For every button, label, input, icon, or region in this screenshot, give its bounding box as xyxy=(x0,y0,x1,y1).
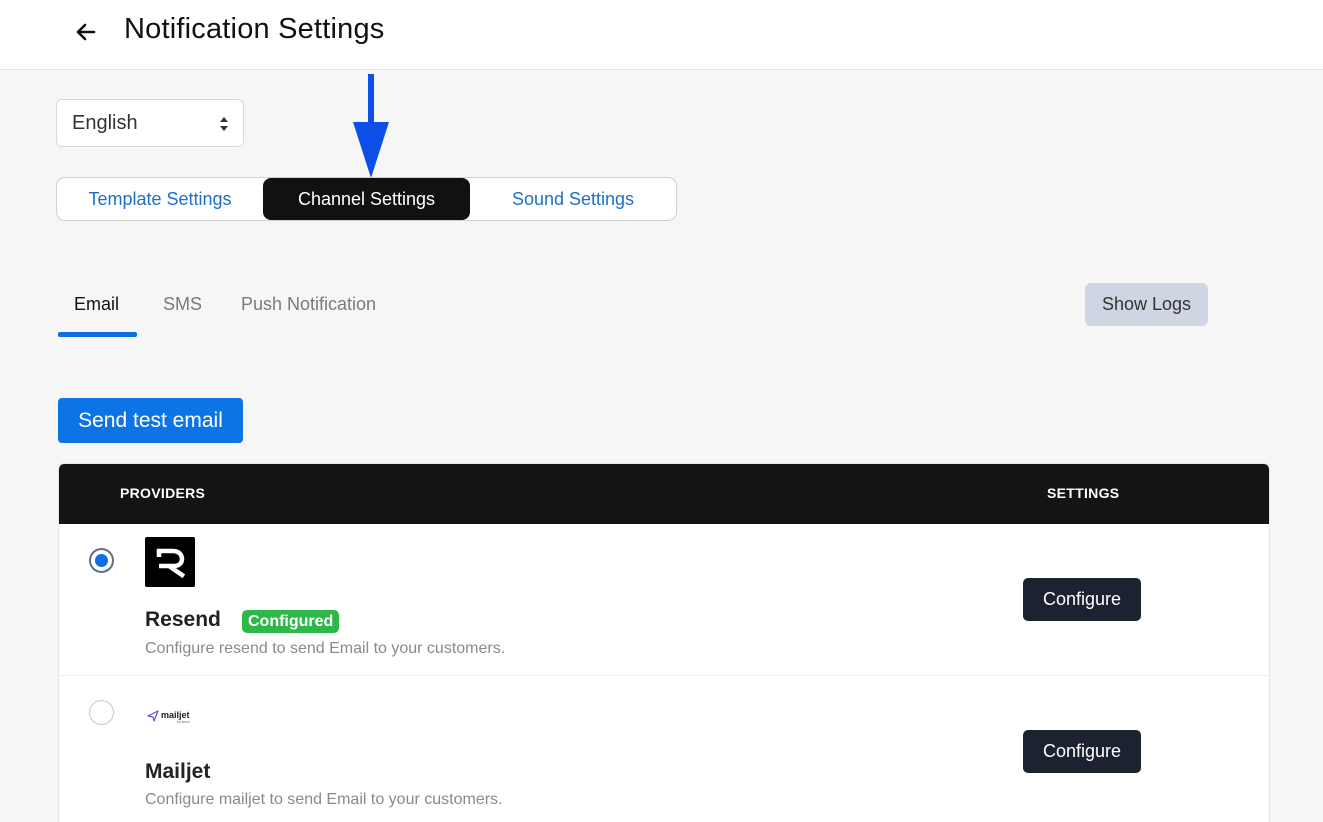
configured-badge: Configured xyxy=(242,610,340,633)
annotation-arrow-icon xyxy=(353,74,389,178)
provider-radio-mailjet[interactable] xyxy=(89,700,114,725)
providers-table: PROVIDERS SETTINGS Resend Configured Con… xyxy=(58,463,1270,822)
mailjet-logo-text: mailjet xyxy=(161,710,190,720)
tab-email[interactable]: Email xyxy=(74,294,119,315)
provider-description: Configure mailjet to send Email to your … xyxy=(145,791,503,808)
show-logs-button[interactable]: Show Logs xyxy=(1085,283,1208,326)
paper-plane-icon xyxy=(147,710,159,722)
table-row: mailjet by sinch Mailjet Configure mailj… xyxy=(59,676,1269,822)
mailjet-logo-subtext: by sinch xyxy=(177,720,190,724)
back-button[interactable] xyxy=(72,18,100,46)
resend-logo xyxy=(145,537,195,587)
provider-radio-resend[interactable] xyxy=(89,548,114,573)
send-test-email-button[interactable]: Send test email xyxy=(58,398,243,443)
provider-description: Configure resend to send Email to your c… xyxy=(145,640,506,657)
column-header-providers: PROVIDERS xyxy=(120,485,206,501)
tab-sound-settings[interactable]: Sound Settings xyxy=(470,178,676,220)
tab-channel-settings[interactable]: Channel Settings xyxy=(263,178,470,220)
language-select-value: English xyxy=(72,112,138,134)
tab-sms[interactable]: SMS xyxy=(163,294,202,315)
page-title: Notification Settings xyxy=(124,13,385,45)
settings-segmented-control: Template Settings Channel Settings Sound… xyxy=(56,177,677,221)
table-header: PROVIDERS SETTINGS xyxy=(59,464,1269,524)
resend-r-icon xyxy=(156,548,186,579)
top-header: Notification Settings xyxy=(0,0,1323,70)
provider-name: Resend xyxy=(145,608,221,631)
provider-name: Mailjet xyxy=(145,760,211,783)
select-caret-icon xyxy=(220,117,228,131)
configure-button-resend[interactable]: Configure xyxy=(1023,578,1141,621)
tab-template-settings[interactable]: Template Settings xyxy=(57,178,263,220)
arrow-left-icon xyxy=(76,23,96,41)
table-row: Resend Configured Configure resend to se… xyxy=(59,524,1269,676)
active-tab-indicator xyxy=(58,332,137,337)
language-select[interactable]: English xyxy=(56,99,244,147)
mailjet-logo: mailjet by sinch xyxy=(147,708,197,726)
column-header-settings: SETTINGS xyxy=(1047,485,1120,501)
configure-button-mailjet[interactable]: Configure xyxy=(1023,730,1141,773)
tab-push-notification[interactable]: Push Notification xyxy=(241,294,376,315)
